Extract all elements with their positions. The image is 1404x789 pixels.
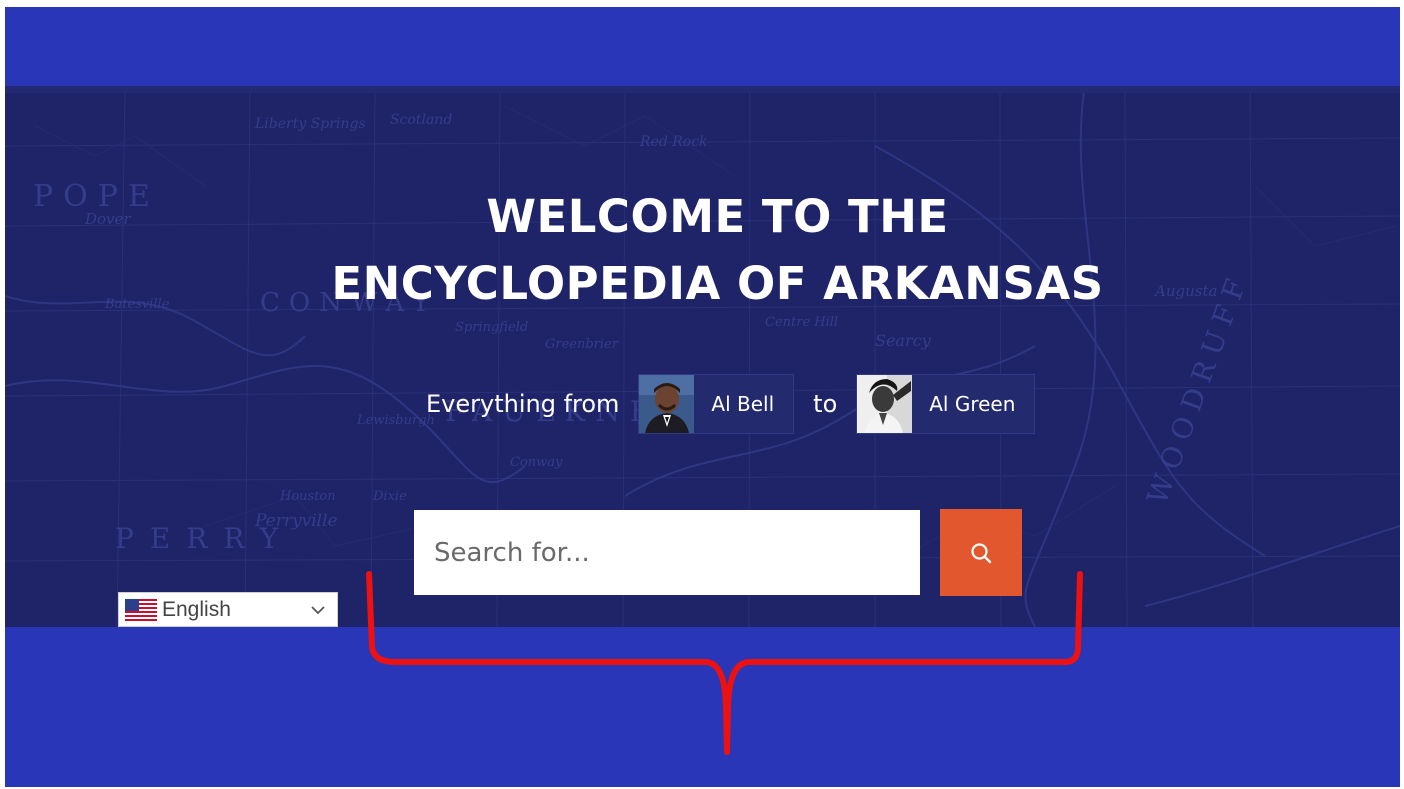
svg-text:Springfield: Springfield (455, 320, 528, 335)
tagline: Everything from Al Bell to Al Green (426, 374, 1054, 434)
language-label: English (162, 597, 231, 621)
svg-text:Liberty Springs: Liberty Springs (254, 116, 366, 132)
svg-text:Centre Hill: Centre Hill (765, 315, 838, 330)
chevron-down-icon (311, 606, 325, 615)
tagline-prefix: Everything from (426, 390, 620, 418)
person-link-al-green[interactable]: Al Green (856, 374, 1036, 434)
svg-text:Scotland: Scotland (390, 112, 452, 128)
svg-text:Dixie: Dixie (372, 489, 407, 504)
search-icon (971, 542, 992, 563)
al-green-photo (857, 375, 913, 433)
language-select[interactable]: English (118, 592, 338, 627)
hero-banner: POPE Dover CONWAY FAULKNER PERRY Perryvi… (5, 86, 1400, 627)
svg-text:Red Rock: Red Rock (639, 134, 708, 150)
title-line-2: ENCYCLOPEDIA OF ARKANSAS (331, 257, 1104, 310)
us-flag-icon (125, 598, 157, 621)
tagline-connector: to (813, 390, 838, 418)
person-link-al-bell[interactable]: Al Bell (638, 374, 795, 434)
person-name-al-green: Al Green (929, 392, 1016, 416)
svg-text:Conway: Conway (510, 455, 563, 470)
person-name-al-bell: Al Bell (711, 392, 775, 416)
search-button[interactable] (940, 509, 1022, 596)
svg-text:Houston: Houston (279, 489, 336, 504)
svg-text:Searcy: Searcy (875, 331, 932, 350)
hero-top-border (5, 86, 1400, 93)
svg-text:Perryville: Perryville (254, 511, 338, 531)
page-title: WELCOME TO THE ENCYCLOPEDIA OF ARKANSAS (5, 183, 1400, 317)
svg-text:Greenbrier: Greenbrier (545, 337, 619, 352)
title-line-1: WELCOME TO THE (486, 190, 949, 243)
svg-text:Lewisburgh: Lewisburgh (356, 413, 435, 428)
page-frame: POPE Dover CONWAY FAULKNER PERRY Perryvi… (5, 7, 1400, 787)
al-bell-photo (639, 375, 695, 433)
search-input[interactable] (414, 510, 920, 595)
